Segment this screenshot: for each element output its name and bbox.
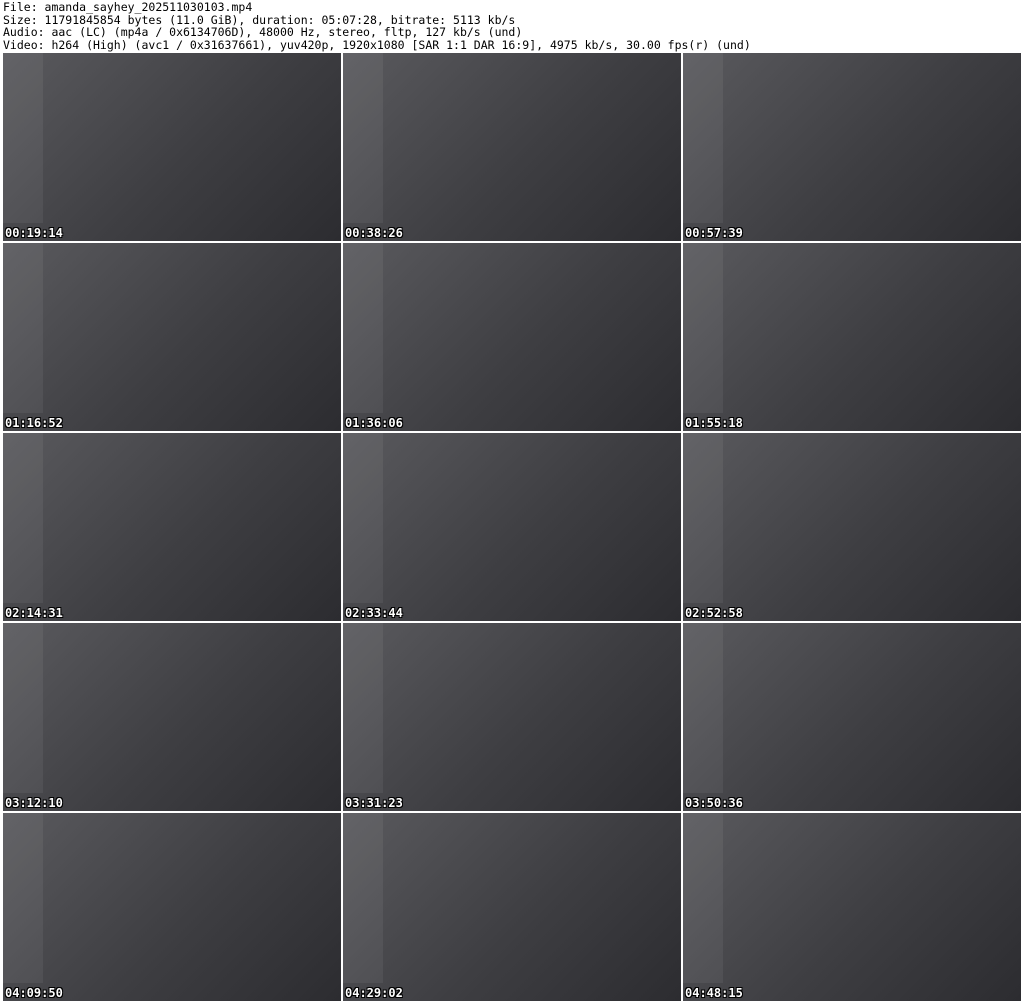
thumbnail-timestamp: 03:12:10 [5,796,63,810]
thumbnail-timestamp: 04:09:50 [5,986,63,1000]
file-name: File: amanda_sayhey_202511030103.mp4 [3,0,253,14]
thumbnail-timestamp: 00:57:39 [685,226,743,240]
audio-info: Audio: aac (LC) (mp4a / 0x6134706D), 480… [3,25,523,40]
thumbnail-frame: 01:55:18 [683,243,1021,431]
thumbnail-frame: 03:50:36 [683,623,1021,811]
thumbnail-timestamp: 00:19:14 [5,226,63,240]
thumbnail-timestamp: 00:38:26 [345,226,403,240]
thumbnail-frame: 03:31:23 [343,623,681,811]
thumbnail-timestamp: 02:52:58 [685,606,743,620]
thumbnail-timestamp: 04:29:02 [345,986,403,1000]
thumbnail-frame: 03:12:10 [3,623,341,811]
file-info-header: File: amanda_sayhey_202511030103.mp4 Size… [3,1,751,51]
thumbnail-frame: 04:09:50 [3,813,341,1001]
thumbnail-timestamp: 04:48:15 [685,986,743,1000]
thumbnail-frame: 04:29:02 [343,813,681,1001]
thumbnail-frame: 00:38:26 [343,53,681,241]
thumbnail-frame: 02:52:58 [683,433,1021,621]
video-info: Video: h264 (High) (avc1 / 0x31637661), … [3,37,751,52]
thumbnail-frame: 04:48:15 [683,813,1021,1001]
thumbnail-frame: 02:14:31 [3,433,341,621]
thumbnail-frame: 00:19:14 [3,53,341,241]
thumbnail-frame: 00:57:39 [683,53,1021,241]
thumbnail-timestamp: 02:33:44 [345,606,403,620]
thumbnail-frame: 02:33:44 [343,433,681,621]
thumbnail-timestamp: 02:14:31 [5,606,63,620]
thumbnail-timestamp: 01:36:06 [345,416,403,430]
thumbnail-timestamp: 01:16:52 [5,416,63,430]
thumbnail-frame: 01:36:06 [343,243,681,431]
thumbnail-grid: 00:19:14 00:38:26 00:57:39 01:16:52 01:36:06… [3,53,1021,1001]
thumbnail-timestamp: 03:50:36 [685,796,743,810]
thumbnail-timestamp: 03:31:23 [345,796,403,810]
thumbnail-timestamp: 01:55:18 [685,416,743,430]
thumbnail-frame: 01:16:52 [3,243,341,431]
